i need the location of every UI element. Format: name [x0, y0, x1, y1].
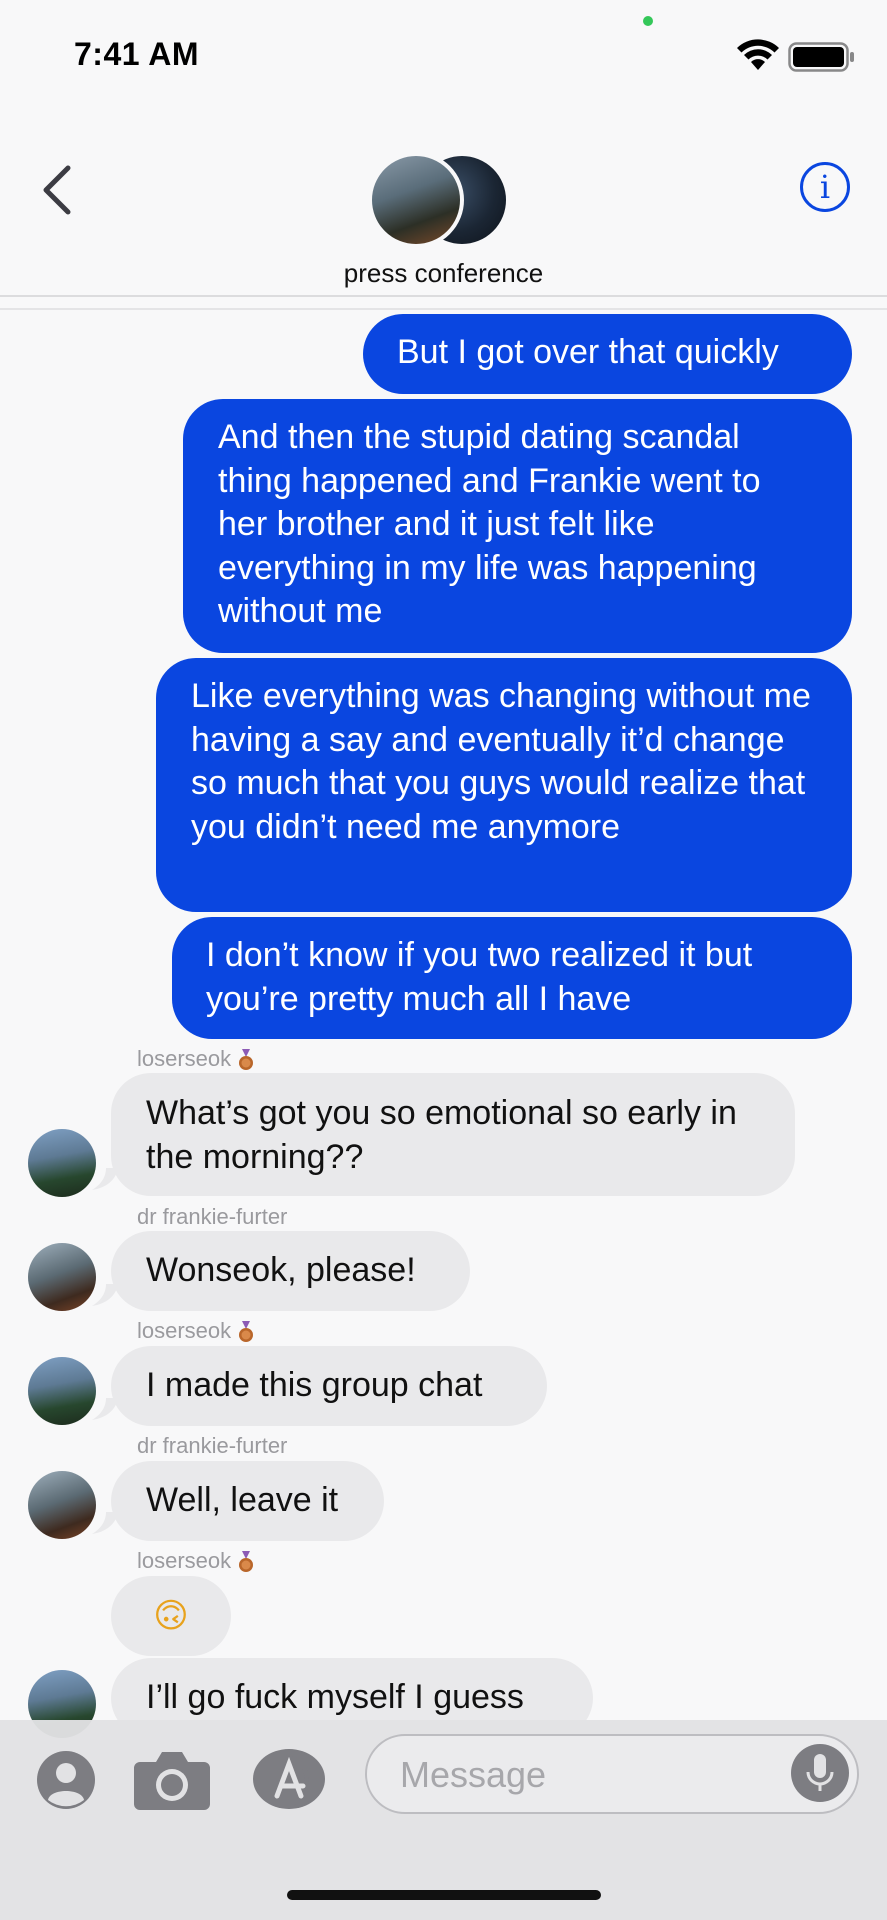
conversation-header: press conference i [0, 110, 887, 297]
wifi-icon [737, 39, 779, 70]
home-indicator[interactable] [287, 1890, 601, 1900]
info-icon[interactable]: i [800, 162, 850, 212]
avatar[interactable] [28, 1357, 96, 1425]
medal-icon [239, 1321, 254, 1343]
message-placeholder: Message [400, 1754, 547, 1795]
camera-indicator-icon [643, 16, 653, 26]
sender-label: loserseok [137, 1548, 232, 1573]
avatar[interactable] [28, 1471, 96, 1539]
sender-name: loserseok [137, 1318, 255, 1344]
outgoing-message[interactable]: And then the stupid dating scandal thing… [183, 399, 852, 653]
sender-label: loserseok [137, 1318, 232, 1343]
contacts-icon[interactable] [36, 1750, 96, 1810]
battery-icon [788, 42, 854, 72]
back-chevron-icon[interactable] [38, 160, 78, 220]
avatar[interactable] [28, 1129, 96, 1197]
group-name[interactable]: press conference [0, 258, 887, 289]
header-divider [0, 308, 887, 310]
status-bar: 7:41 AM [0, 0, 887, 110]
message-input[interactable]: Message [365, 1734, 859, 1814]
group-avatars[interactable] [368, 152, 518, 252]
sender-name: loserseok [137, 1046, 255, 1072]
incoming-message[interactable]: What’s got you so emotional so early in … [111, 1073, 795, 1196]
avatar [368, 152, 464, 248]
app-store-icon[interactable] [253, 1748, 333, 1810]
sender-name: dr frankie-furter [137, 1204, 288, 1229]
medal-icon [239, 1049, 254, 1071]
incoming-message[interactable]: Wonseok, please! [111, 1231, 470, 1311]
sender-name: loserseok [137, 1548, 255, 1574]
outgoing-message[interactable]: I don’t know if you two realized it but … [172, 917, 852, 1039]
emoji-label: 🙃 [153, 1597, 189, 1635]
incoming-message[interactable]: Well, leave it [111, 1461, 384, 1541]
outgoing-message[interactable]: Like everything was changing without me … [156, 658, 852, 912]
sender-name: dr frankie-furter [137, 1433, 288, 1458]
incoming-message[interactable]: I made this group chat [111, 1346, 547, 1426]
incoming-message[interactable]: 🙃 [111, 1576, 231, 1656]
outgoing-message[interactable]: But I got over that quickly [363, 314, 852, 394]
avatar[interactable] [28, 1243, 96, 1311]
medal-icon [239, 1551, 254, 1573]
status-time: 7:41 AM [74, 36, 200, 72]
sender-label: loserseok [137, 1046, 232, 1071]
camera-icon[interactable] [134, 1748, 210, 1810]
microphone-icon[interactable] [791, 1744, 849, 1802]
